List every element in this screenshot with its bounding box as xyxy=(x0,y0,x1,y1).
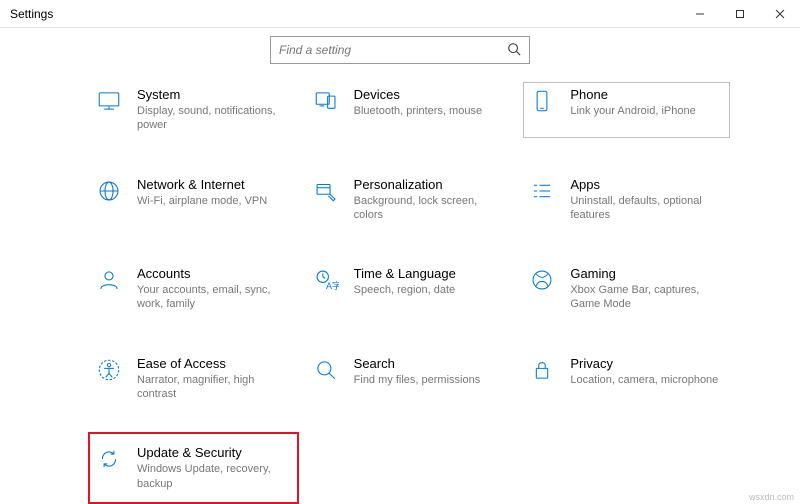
tile-search[interactable]: Search Find my files, permissions xyxy=(307,351,514,407)
globe-icon xyxy=(95,177,123,205)
paint-icon xyxy=(312,177,340,205)
accessibility-icon xyxy=(95,356,123,384)
settings-grid: System Display, sound, notifications, po… xyxy=(0,72,800,502)
phone-icon xyxy=(528,87,556,115)
tile-title: Ease of Access xyxy=(137,356,292,371)
tile-desc: Bluetooth, printers, mouse xyxy=(354,104,504,118)
titlebar: Settings xyxy=(0,0,800,28)
tile-desc: Display, sound, notifications, power xyxy=(137,104,287,133)
tile-title: Apps xyxy=(570,177,725,192)
tile-desc: Uninstall, defaults, optional features xyxy=(570,194,720,223)
tile-update-security[interactable]: Update & Security Windows Update, recove… xyxy=(90,434,297,502)
devices-icon xyxy=(312,87,340,115)
tile-apps[interactable]: Apps Uninstall, defaults, optional featu… xyxy=(523,172,730,228)
apps-icon xyxy=(528,177,556,205)
time-language-icon: A字 xyxy=(312,266,340,294)
tile-network[interactable]: Network & Internet Wi-Fi, airplane mode,… xyxy=(90,172,297,228)
minimize-button[interactable] xyxy=(680,0,720,27)
tile-desc: Your accounts, email, sync, work, family xyxy=(137,283,287,312)
tile-title: Time & Language xyxy=(354,266,509,281)
tile-title: Privacy xyxy=(570,356,725,371)
person-icon xyxy=(95,266,123,294)
tile-desc: Wi-Fi, airplane mode, VPN xyxy=(137,194,287,208)
window-controls xyxy=(680,0,800,27)
maximize-button[interactable] xyxy=(720,0,760,27)
tile-time-language[interactable]: A字 Time & Language Speech, region, date xyxy=(307,261,514,317)
tile-devices[interactable]: Devices Bluetooth, printers, mouse xyxy=(307,82,514,138)
tile-title: Update & Security xyxy=(137,445,292,460)
tile-accounts[interactable]: Accounts Your accounts, email, sync, wor… xyxy=(90,261,297,317)
search-icon xyxy=(507,42,521,59)
tile-ease-of-access[interactable]: Ease of Access Narrator, magnifier, high… xyxy=(90,351,297,407)
window-title: Settings xyxy=(10,7,53,21)
search-container xyxy=(0,28,800,72)
svg-text:A字: A字 xyxy=(326,280,339,291)
tile-desc: Speech, region, date xyxy=(354,283,504,297)
tile-phone[interactable]: Phone Link your Android, iPhone xyxy=(523,82,730,138)
tile-desc: Location, camera, microphone xyxy=(570,373,720,387)
tile-title: Network & Internet xyxy=(137,177,292,192)
tile-title: Accounts xyxy=(137,266,292,281)
tile-desc: Link your Android, iPhone xyxy=(570,104,720,118)
tile-title: Phone xyxy=(570,87,725,102)
tile-personalization[interactable]: Personalization Background, lock screen,… xyxy=(307,172,514,228)
system-icon xyxy=(95,87,123,115)
tile-title: Devices xyxy=(354,87,509,102)
lock-icon xyxy=(528,356,556,384)
tile-title: System xyxy=(137,87,292,102)
tile-desc: Xbox Game Bar, captures, Game Mode xyxy=(570,283,720,312)
magnifier-icon xyxy=(312,356,340,384)
tile-title: Gaming xyxy=(570,266,725,281)
watermark: wsxdn.com xyxy=(749,492,794,502)
sync-icon xyxy=(95,445,123,473)
xbox-icon xyxy=(528,266,556,294)
search-input[interactable] xyxy=(279,43,507,57)
tile-privacy[interactable]: Privacy Location, camera, microphone xyxy=(523,351,730,407)
tile-title: Personalization xyxy=(354,177,509,192)
tile-desc: Windows Update, recovery, backup xyxy=(137,462,287,491)
close-button[interactable] xyxy=(760,0,800,27)
tile-desc: Narrator, magnifier, high contrast xyxy=(137,373,287,402)
tile-system[interactable]: System Display, sound, notifications, po… xyxy=(90,82,297,138)
tile-gaming[interactable]: Gaming Xbox Game Bar, captures, Game Mod… xyxy=(523,261,730,317)
tile-desc: Find my files, permissions xyxy=(354,373,504,387)
search-box[interactable] xyxy=(270,36,530,64)
tile-desc: Background, lock screen, colors xyxy=(354,194,504,223)
tile-title: Search xyxy=(354,356,509,371)
